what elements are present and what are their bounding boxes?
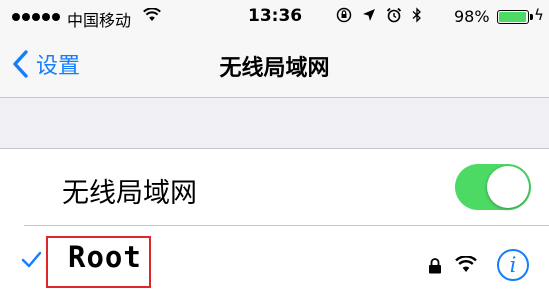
charging-bolt-icon: ϟ bbox=[534, 6, 544, 24]
current-network-row[interactable]: Root i bbox=[0, 226, 549, 296]
wifi-toggle-label: 无线局域网 bbox=[62, 178, 197, 209]
alarm-icon bbox=[386, 7, 402, 23]
section-spacer bbox=[0, 98, 549, 149]
rotation-lock-icon bbox=[336, 7, 352, 23]
signal-dots-icon bbox=[12, 13, 60, 21]
bluetooth-icon bbox=[412, 7, 421, 23]
wifi-icon bbox=[143, 8, 161, 21]
wifi-signal-icon bbox=[455, 256, 477, 272]
toggle-knob bbox=[487, 166, 529, 208]
checkmark-icon bbox=[21, 251, 42, 268]
info-button[interactable]: i bbox=[497, 249, 529, 281]
battery-percent: 98% bbox=[454, 7, 490, 26]
location-arrow-icon bbox=[363, 9, 375, 21]
top-bar: 中国移动 13:36 98% ϟ 设置 无线局域网 bbox=[0, 0, 549, 98]
status-time: 13:36 bbox=[248, 6, 303, 26]
wifi-toggle-switch[interactable] bbox=[455, 164, 531, 210]
carrier-label: 中国移动 bbox=[67, 11, 132, 30]
network-name: Root bbox=[68, 240, 142, 274]
page-title: 无线局域网 bbox=[219, 56, 330, 81]
status-bar: 中国移动 13:36 98% ϟ bbox=[0, 0, 549, 36]
lock-icon bbox=[429, 258, 441, 274]
battery-icon bbox=[497, 10, 533, 24]
